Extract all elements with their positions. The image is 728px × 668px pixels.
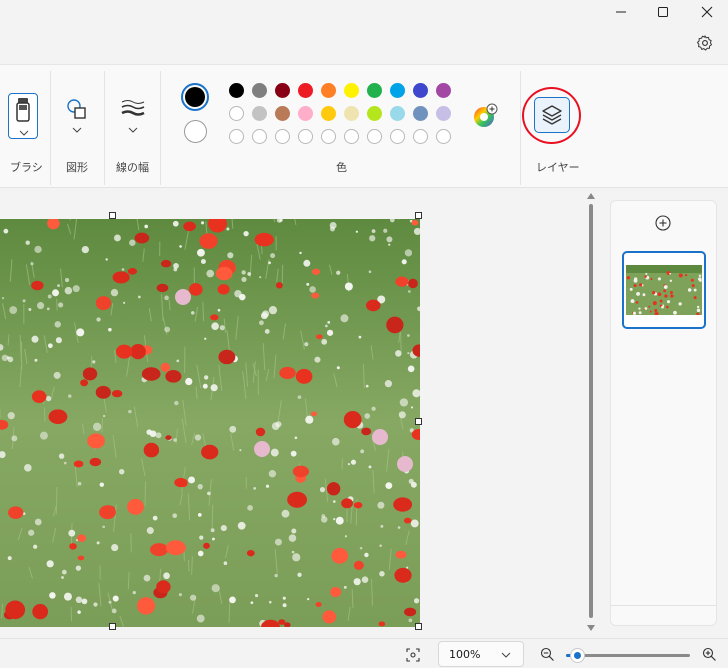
shapes-button[interactable]: [64, 93, 90, 139]
layers-panel: [610, 200, 717, 626]
color-swatch[interactable]: [275, 83, 290, 98]
color-swatch[interactable]: [390, 129, 405, 144]
color-swatch[interactable]: [275, 106, 290, 121]
maximize-icon: [658, 7, 668, 17]
resize-handle-bottom[interactable]: [109, 623, 116, 630]
zoom-out-icon: [540, 647, 554, 661]
brush-label: ブラシ: [10, 161, 43, 174]
zoom-in-icon: [702, 647, 716, 661]
zoom-in-button[interactable]: [702, 647, 718, 663]
resize-handle-right[interactable]: [415, 418, 422, 425]
colors-label: 色: [336, 161, 347, 174]
zoom-slider-thumb[interactable]: [571, 649, 585, 662]
color-swatch[interactable]: [367, 129, 382, 144]
shapes-icon: [67, 99, 86, 119]
divider: [520, 71, 521, 185]
highlight-circle: [522, 87, 581, 144]
chevron-down-icon: [128, 127, 138, 133]
color-swatch[interactable]: [344, 129, 359, 144]
secondary-color-swatch[interactable]: [184, 120, 207, 143]
color-swatch[interactable]: [436, 83, 451, 98]
divider: [50, 71, 51, 185]
resize-handle-top-right[interactable]: [415, 212, 422, 219]
canvas-image[interactable]: [0, 219, 420, 627]
color-swatch[interactable]: [321, 129, 336, 144]
zoom-out-button[interactable]: [540, 647, 556, 663]
chevron-down-icon: [72, 127, 82, 133]
divider: [104, 71, 105, 185]
color-swatch[interactable]: [298, 106, 313, 121]
color-swatch[interactable]: [321, 83, 336, 98]
color-swatch[interactable]: [344, 83, 359, 98]
color-swatch[interactable]: [275, 129, 290, 144]
settings-button[interactable]: [696, 34, 716, 54]
color-swatch[interactable]: [390, 106, 405, 121]
title-bar: [0, 0, 728, 64]
minimize-button[interactable]: [598, 0, 644, 24]
primary-color-fill: [185, 87, 205, 107]
stroke-width-button[interactable]: [118, 93, 148, 139]
scroll-down-icon: [587, 625, 595, 631]
color-swatch[interactable]: [298, 83, 313, 98]
shapes-label: 図形: [66, 161, 88, 174]
stroke-width-label: 線の幅: [116, 161, 149, 174]
color-swatch[interactable]: [413, 106, 428, 121]
color-swatch[interactable]: [252, 83, 267, 98]
color-swatch[interactable]: [436, 129, 451, 144]
scrollbar-thumb[interactable]: [589, 204, 593, 618]
color-swatch[interactable]: [413, 129, 428, 144]
divider: [160, 71, 161, 185]
zoom-value: 100%: [449, 648, 481, 661]
maximize-button[interactable]: [640, 0, 686, 24]
toolbar: ブラシ 図形 線の幅 色 レイヤー: [0, 64, 728, 188]
close-button[interactable]: [684, 0, 728, 24]
close-icon: [701, 6, 713, 18]
primary-color-swatch[interactable]: [181, 83, 209, 111]
color-swatch[interactable]: [229, 83, 244, 98]
color-palette: [229, 83, 459, 153]
resize-handle-top[interactable]: [109, 212, 116, 219]
scroll-up-icon: [587, 193, 595, 199]
layer-thumbnail[interactable]: [622, 251, 706, 329]
divider: [611, 605, 716, 606]
color-swatch[interactable]: [229, 129, 244, 144]
chevron-down-icon: [19, 130, 29, 136]
poppy-field-photo: [0, 219, 420, 627]
color-swatch[interactable]: [413, 83, 428, 98]
vertical-scrollbar[interactable]: [586, 192, 596, 632]
resize-handle-bottom-right[interactable]: [415, 623, 422, 630]
gear-icon: [696, 35, 713, 51]
color-swatch[interactable]: [298, 129, 313, 144]
layer-thumbnail-image: [626, 265, 702, 315]
stroke-width-icon: [121, 100, 145, 116]
status-bar: 100%: [0, 638, 728, 668]
add-icon: [655, 215, 671, 231]
color-swatch[interactable]: [390, 83, 405, 98]
canvas-area[interactable]: [0, 188, 582, 638]
edit-colors-button[interactable]: [472, 103, 498, 129]
color-swatch[interactable]: [344, 106, 359, 121]
chevron-down-icon: [501, 652, 511, 658]
color-swatch[interactable]: [321, 106, 336, 121]
fit-screen-icon: [406, 648, 420, 662]
add-layer-button[interactable]: [655, 215, 673, 233]
color-swatch[interactable]: [436, 106, 451, 121]
color-swatch[interactable]: [252, 106, 267, 121]
zoom-dropdown[interactable]: 100%: [438, 641, 524, 667]
zoom-slider[interactable]: [566, 649, 690, 662]
color-swatch[interactable]: [367, 83, 382, 98]
brush-icon: [16, 98, 30, 122]
brush-button[interactable]: [8, 93, 38, 139]
minimize-icon: [616, 11, 626, 13]
color-swatch[interactable]: [229, 106, 244, 121]
fit-to-window-button[interactable]: [406, 647, 422, 663]
layers-label: レイヤー: [536, 161, 580, 174]
color-swatch[interactable]: [252, 129, 267, 144]
color-wheel-icon: [474, 103, 498, 127]
color-swatch[interactable]: [367, 106, 382, 121]
